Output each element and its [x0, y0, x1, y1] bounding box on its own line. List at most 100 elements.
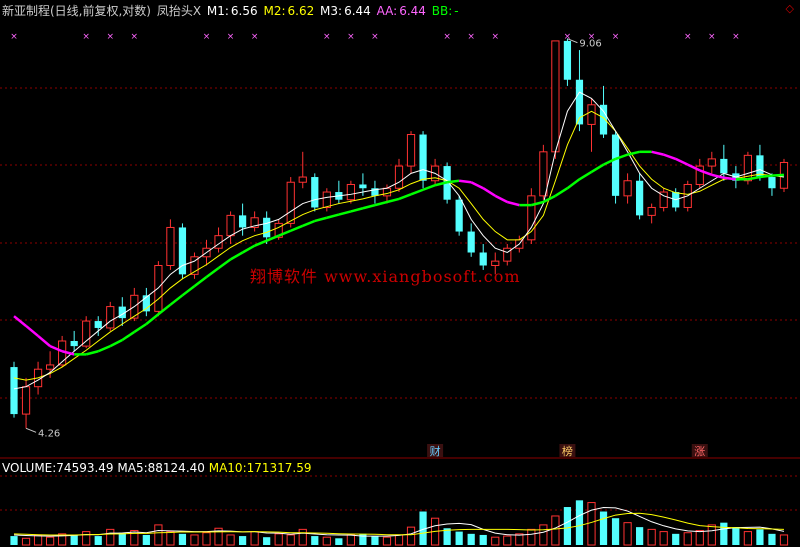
- candle-body: [298, 176, 307, 183]
- candle-body: [406, 134, 416, 167]
- aa-line-segment: [229, 251, 244, 261]
- aa-line-segment: [121, 330, 136, 342]
- volume-bar: [142, 534, 150, 545]
- x-marker: ×: [82, 32, 90, 42]
- volume-bar: [82, 531, 91, 546]
- event-marker: 涨: [694, 445, 705, 458]
- volume-bar: [45, 536, 55, 546]
- aa-line-segment: [566, 178, 581, 190]
- volume-bar: [768, 533, 776, 545]
- aa-line-segment: [459, 179, 472, 184]
- volume-bar: [587, 502, 596, 546]
- candle-body: [720, 158, 728, 174]
- volume-bar: [647, 528, 656, 546]
- aa-line-segment: [446, 179, 460, 184]
- aa-line-segment: [133, 322, 148, 333]
- volume-bar: [166, 531, 175, 546]
- x-marker: ×: [106, 32, 114, 42]
- aa-line-segment: [338, 210, 352, 216]
- volume-bar: [371, 536, 379, 545]
- volume-bar: [33, 534, 43, 546]
- volume-bar: [118, 532, 126, 545]
- aa-line-segment: [97, 344, 111, 353]
- candle-body: [238, 215, 247, 228]
- candle-body: [455, 199, 463, 232]
- volume-bar: [779, 534, 789, 546]
- x-marker: ×: [443, 32, 451, 42]
- volume-bar: [286, 534, 295, 546]
- m2-line: [13, 110, 785, 381]
- volume-bar: [707, 524, 716, 546]
- x-marker: ×: [371, 32, 379, 42]
- aa-line-segment: [482, 187, 496, 197]
- volume-bar: [178, 533, 187, 545]
- volume-bar: [756, 529, 764, 545]
- aa-line-segment: [109, 338, 123, 348]
- candle-body: [226, 214, 235, 237]
- candle-body: [359, 184, 367, 189]
- candle-body: [587, 104, 596, 125]
- x-marker: ×: [732, 32, 740, 42]
- aa-line-segment: [627, 150, 640, 156]
- event-marker: 榜: [562, 444, 573, 458]
- candle-body: [82, 320, 91, 347]
- aa-line-segment: [193, 276, 208, 288]
- candle-body: [286, 181, 295, 224]
- volume-bar: [346, 534, 355, 546]
- candle-body: [322, 191, 331, 208]
- volume-bar: [202, 532, 211, 546]
- volume-bar: [70, 534, 78, 545]
- volume-bar: [298, 528, 307, 546]
- high-label: 9.06: [579, 39, 601, 50]
- candle-body: [419, 134, 427, 181]
- volume-bar: [623, 522, 632, 546]
- candle-body: [647, 206, 656, 216]
- candle-body: [551, 40, 560, 153]
- candle-body: [311, 177, 319, 208]
- volume-bar: [599, 511, 608, 545]
- volume-bar: [467, 533, 475, 545]
- event-marker: 财: [430, 444, 441, 458]
- aa-line-segment: [723, 176, 737, 181]
- volume-bar: [394, 534, 404, 546]
- aa-line-segment: [410, 188, 424, 196]
- volume-bar: [455, 531, 463, 545]
- candle-body: [611, 134, 620, 196]
- volume-bar: [672, 533, 680, 545]
- volume-bar: [382, 536, 392, 546]
- aa-line-segment: [663, 153, 677, 161]
- x-marker: ×: [612, 32, 620, 42]
- aa-line-segment: [169, 294, 184, 306]
- aa-line-segment: [241, 244, 256, 254]
- x-marker: ×: [131, 32, 139, 42]
- volume-bar: [659, 531, 668, 546]
- volume-bar: [10, 536, 18, 545]
- volume-bar: [611, 518, 620, 545]
- volume-bar: [21, 537, 31, 546]
- aa-line-segment: [25, 325, 39, 337]
- x-marker: ×: [251, 32, 259, 42]
- x-marker: ×: [347, 32, 355, 42]
- volume-bar: [527, 528, 536, 546]
- candle-body: [623, 180, 632, 197]
- m1-line: [13, 91, 785, 390]
- volume-bar: [226, 534, 235, 546]
- volume-bar: [575, 500, 584, 545]
- volume-bar: [322, 536, 331, 546]
- aa-line-segment: [422, 184, 436, 191]
- aa-line-segment: [181, 285, 196, 297]
- candle-body: [394, 165, 404, 189]
- aa-line-segment: [651, 150, 664, 156]
- aa-line-segment: [578, 170, 593, 181]
- volume-bar: [732, 527, 740, 545]
- candle-body: [563, 40, 572, 80]
- volume-bar: [491, 536, 500, 546]
- candle-body: [70, 341, 78, 347]
- volume-bar: [154, 524, 163, 546]
- aa-line-segment: [302, 219, 316, 227]
- candle-body: [467, 231, 475, 253]
- aa-line-segment: [217, 258, 232, 270]
- x-marker: ×: [203, 32, 211, 42]
- candle-body: [10, 367, 18, 415]
- candle-body: [539, 151, 548, 197]
